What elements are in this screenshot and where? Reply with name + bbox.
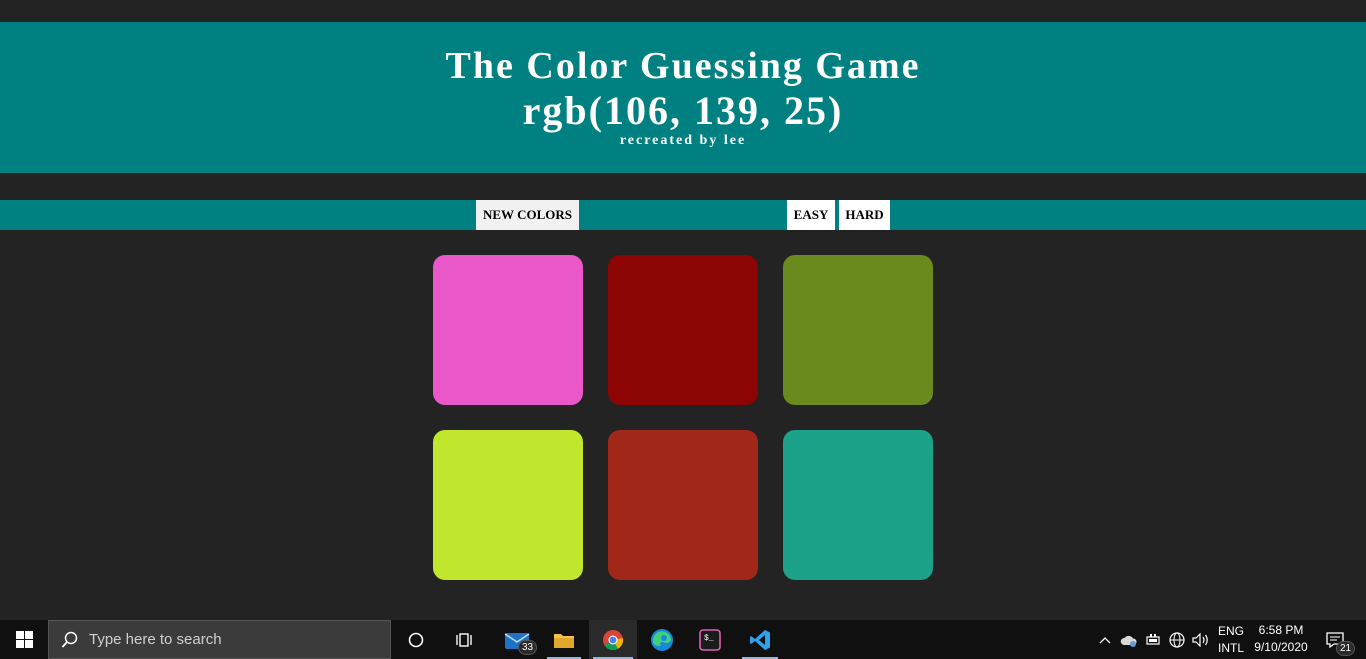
color-square[interactable] bbox=[783, 430, 933, 580]
terminal-icon[interactable]: $_ bbox=[688, 620, 732, 659]
color-square[interactable] bbox=[433, 255, 583, 405]
search-icon bbox=[61, 631, 79, 649]
chevron-up-icon[interactable] bbox=[1096, 620, 1114, 659]
color-square[interactable] bbox=[608, 255, 758, 405]
mail-badge: 33 bbox=[518, 640, 538, 655]
new-colors-button[interactable]: NEW COLORS bbox=[476, 200, 579, 230]
keyboard-layout: INTL bbox=[1217, 641, 1244, 655]
task-view-icon[interactable] bbox=[444, 620, 484, 659]
cortana-icon[interactable] bbox=[396, 620, 436, 659]
clock[interactable]: 6:58 PM 9/10/2020 bbox=[1250, 622, 1312, 656]
language-code: ENG bbox=[1217, 624, 1244, 638]
file-explorer-icon[interactable] bbox=[543, 620, 585, 659]
taskbar-search-box[interactable]: Type here to search bbox=[48, 620, 391, 659]
chrome-icon[interactable] bbox=[589, 620, 637, 659]
controls-bar: NEW COLORS EASY HARD bbox=[0, 200, 1366, 230]
onedrive-icon[interactable] bbox=[1118, 620, 1140, 659]
easy-mode-button[interactable]: EASY bbox=[787, 200, 835, 230]
network-icon[interactable] bbox=[1166, 620, 1188, 659]
volume-icon[interactable] bbox=[1190, 620, 1212, 659]
color-square[interactable] bbox=[608, 430, 758, 580]
color-square[interactable] bbox=[783, 255, 933, 405]
search-placeholder: Type here to search bbox=[89, 631, 222, 648]
target-rgb-display: rgb(106, 139, 25) bbox=[522, 88, 844, 133]
windows-taskbar: Type here to search 33 $_ ENG INTL 6:58 … bbox=[0, 620, 1366, 659]
mail-icon[interactable]: 33 bbox=[494, 620, 540, 659]
language-indicator[interactable]: ENG INTL bbox=[1214, 623, 1248, 657]
credit-text: recreated by lee bbox=[619, 133, 747, 148]
notification-badge: 21 bbox=[1336, 641, 1356, 656]
hard-mode-button[interactable]: HARD bbox=[839, 200, 890, 230]
action-center-icon[interactable]: 21 bbox=[1318, 620, 1356, 659]
color-square[interactable] bbox=[433, 430, 583, 580]
windows-start-icon[interactable] bbox=[0, 620, 48, 659]
clock-date: 9/10/2020 bbox=[1254, 640, 1308, 654]
battery-icon[interactable] bbox=[1143, 620, 1163, 659]
vscode-icon[interactable] bbox=[738, 620, 782, 659]
svg-text:$_: $_ bbox=[704, 634, 714, 643]
game-title: The Color Guessing Game bbox=[445, 45, 921, 87]
clock-time: 6:58 PM bbox=[1258, 623, 1304, 637]
game-header: The Color Guessing Game rgb(106, 139, 25… bbox=[0, 22, 1366, 173]
edge-icon[interactable] bbox=[640, 620, 684, 659]
